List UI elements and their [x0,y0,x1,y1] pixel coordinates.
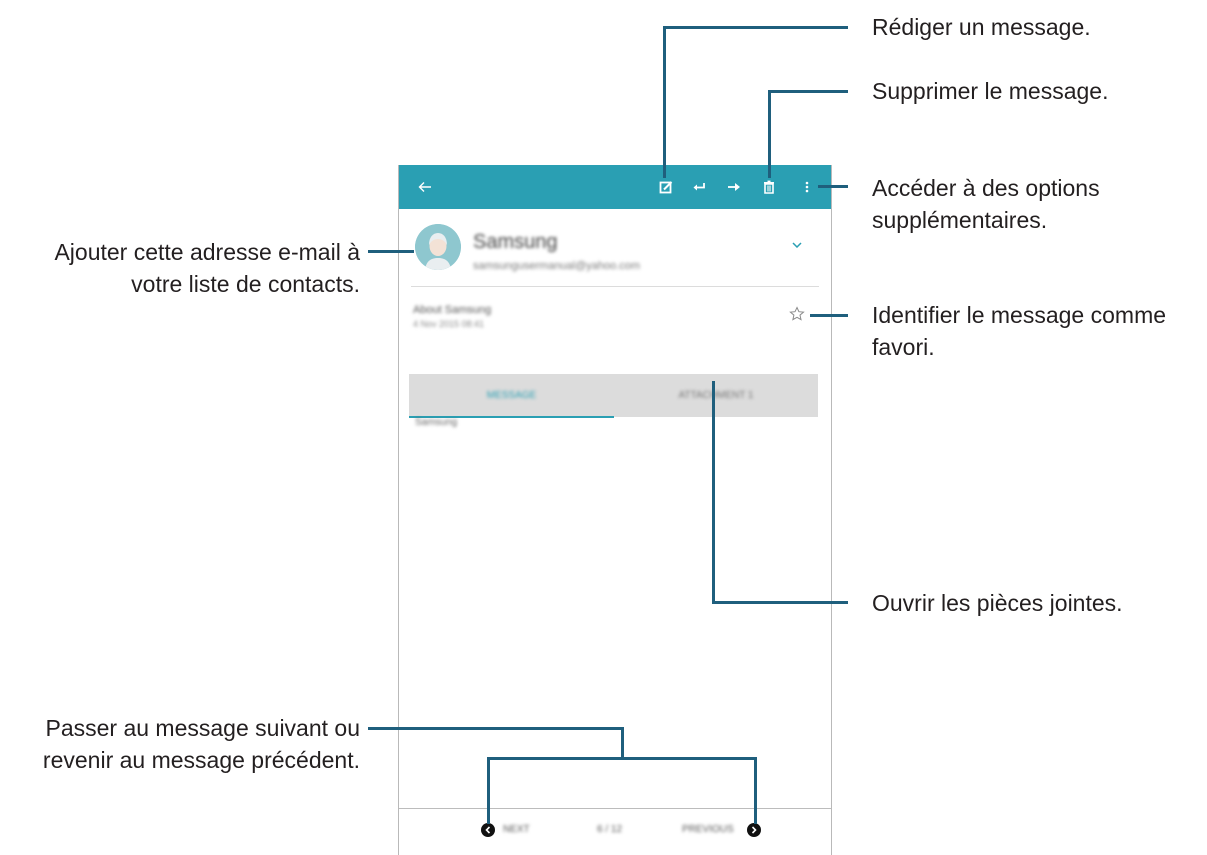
callout-line [818,185,848,188]
expand-details-icon[interactable] [787,235,807,255]
callout-navigate-line1: Passer au message suivant ou [45,715,360,741]
compose-icon[interactable] [652,165,680,209]
callout-options-line2: supplémentaires. [872,207,1048,233]
sender-email: samsungusermanual@yahoo.com [473,260,641,272]
callout-line [621,727,624,760]
message-counter: 6 / 12 [597,824,623,835]
person-icon [415,224,461,270]
callout-add-contact: Ajouter cette adresse e-mail à votre lis… [54,236,360,300]
tab-bar: MESSAGE ATTACHMENT 1 [409,374,818,418]
previous-button[interactable]: PREVIOUS [682,824,734,835]
callout-favorite: Identifier le message comme favori. [872,299,1166,363]
email-date: 4 Nov 2015 08:41 [413,319,485,329]
tab-message[interactable]: MESSAGE [409,374,614,418]
tab-attachment[interactable]: ATTACHMENT 1 [614,374,818,417]
callout-add-contact-line1: Ajouter cette adresse e-mail à [54,239,360,265]
callout-line [768,90,771,178]
callout-delete: Supprimer le message. [872,78,1109,104]
callout-favorite-line2: favori. [872,334,935,360]
callout-line [754,757,757,824]
callout-compose: Rédiger un message. [872,14,1091,40]
previous-arrow-icon[interactable] [747,823,761,837]
star-favorite-icon[interactable] [789,306,809,326]
sender-header: Samsung samsungusermanual@yahoo.com [399,209,831,287]
app-bar [399,165,831,209]
callout-line [368,727,624,730]
callout-options: Accéder à des options supplémentaires. [872,172,1100,236]
callout-line [810,314,848,317]
callout-attachments: Ouvrir les pièces jointes. [872,590,1123,616]
back-arrow-icon[interactable] [411,165,439,209]
email-view-screen: Samsung samsungusermanual@yahoo.com Abou… [398,165,832,855]
email-body: Samsung [415,417,458,428]
callout-line [663,26,666,178]
email-subject: About Samsung [413,304,492,316]
callout-favorite-line1: Identifier le message comme [872,302,1167,328]
callout-navigate: Passer au message suivant ou revenir au … [43,712,360,776]
callout-options-line1: Accéder à des options [872,175,1100,201]
next-button[interactable]: NEXT [503,824,530,835]
callout-line [487,757,490,824]
contact-avatar[interactable] [415,224,461,270]
tab-message-label: MESSAGE [486,390,537,401]
callout-line [768,90,848,93]
forward-icon[interactable] [720,165,748,209]
callout-add-contact-line2: votre liste de contacts. [131,271,360,297]
callout-line [368,250,414,253]
sender-name: Samsung [473,231,558,253]
callout-line [712,601,848,604]
callout-navigate-line2: revenir au message précédent. [42,747,360,773]
callout-line [487,757,757,760]
callout-line [712,381,715,604]
next-arrow-icon[interactable] [481,823,495,837]
callout-line [663,26,848,29]
header-divider [411,286,819,287]
reply-icon[interactable] [685,165,713,209]
tab-attachment-label: ATTACHMENT 1 [678,390,754,401]
bottom-nav-divider [399,808,831,809]
more-options-icon[interactable] [793,165,821,209]
